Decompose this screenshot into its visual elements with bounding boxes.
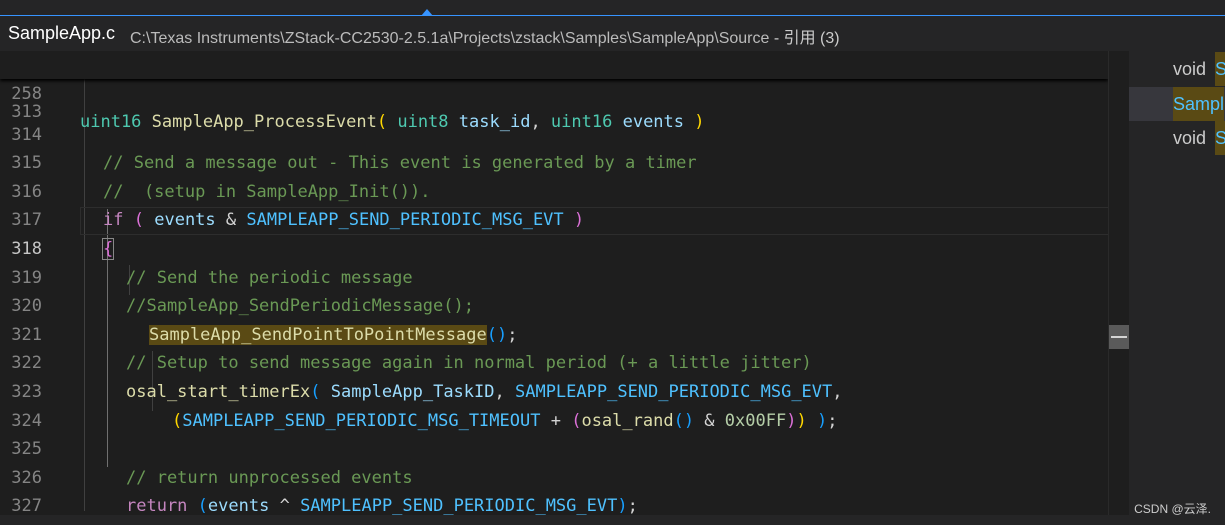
token-paren: ) (694, 112, 705, 133)
reference-name: S (1215, 121, 1225, 155)
token-param: events (622, 112, 685, 133)
peek-file-path: C:\Texas Instruments\ZStack-CC2530-2.5.1… (130, 24, 840, 48)
sticky-line[interactable]: 258 uint16 SampleApp_ProcessEvent( uint8… (0, 51, 1108, 133)
token-function: SampleApp_ProcessEvent (151, 112, 377, 133)
reference-item[interactable]: void S (1129, 52, 1225, 86)
peek-bottom-border (0, 515, 1225, 525)
code-line[interactable]: 321 // Setup to send message again in no… (0, 292, 1108, 374)
code-line[interactable]: 320 SampleApp_SendPointToPointMessage(); (0, 264, 1108, 345)
reference-name: S (1215, 52, 1225, 86)
peek-caret-icon (421, 9, 433, 16)
code-line[interactable]: 325 // return unprocessed events (0, 407, 1108, 488)
code-line[interactable]: 327 } (0, 464, 1108, 515)
code-editor[interactable]: 258 uint16 SampleApp_ProcessEvent( uint8… (0, 51, 1108, 515)
code-line[interactable]: 319 //SampleApp_SendPeriodicMessage(); (0, 235, 1108, 317)
peek-reference-count: - 引用 (3) (769, 30, 840, 47)
peek-header: SampleApp.c C:\Texas Instruments\ZStack-… (0, 16, 1225, 52)
peek-file-name[interactable]: SampleApp.c (8, 23, 115, 44)
token-type: uint8 (397, 112, 449, 133)
code-line-current[interactable]: 318 // Send the periodic message (0, 206, 1108, 288)
editor-top-strip (0, 0, 1225, 16)
vertical-scrollbar[interactable] (1108, 51, 1130, 515)
code-line[interactable]: 316 if ( events & SAMPLEAPP_SEND_PERIODI… (0, 149, 1108, 231)
reference-keyword: void (1173, 59, 1207, 79)
reference-item-selected[interactable]: Sampl (1129, 87, 1225, 121)
code-line-empty[interactable]: 324 (0, 378, 1108, 431)
peek-references-list[interactable]: void S Sampl void S (1129, 51, 1225, 515)
token-comma: , (530, 112, 551, 133)
watermark: CSDN @云泽. (1134, 502, 1211, 516)
token-param: task_id (458, 112, 531, 133)
code-line[interactable]: 326 return (events ^ SAMPLEAPP_SEND_PERI… (0, 435, 1108, 515)
code-line[interactable]: 322 osal_start_timerEx( SampleApp_TaskID… (0, 321, 1108, 402)
code-line[interactable]: 317 { (0, 178, 1108, 260)
reference-keyword: void (1173, 128, 1207, 148)
scrollbar-thumb[interactable] (1109, 325, 1129, 349)
reference-name: Sampl (1173, 87, 1225, 121)
token-paren: ( (376, 112, 388, 133)
line-number: 258 (11, 83, 42, 104)
code-line-partial[interactable]: 328 (0, 492, 1108, 515)
scrollbar-position-marker (1111, 336, 1127, 338)
sticky-scroll-header[interactable]: 258 uint16 SampleApp_ProcessEvent( uint8… (0, 51, 1108, 133)
sticky-code: uint16 SampleApp_ProcessEvent( uint8 tas… (80, 108, 705, 137)
token-type: uint16 (550, 112, 613, 133)
token-type: uint16 (80, 112, 142, 133)
peek-path-text: C:\Texas Instruments\ZStack-CC2530-2.5.1… (130, 30, 770, 47)
reference-item[interactable]: void S (1129, 121, 1225, 155)
code-line[interactable]: 323 (SAMPLEAPP_SEND_PERIODIC_MSG_TIMEOUT… (0, 349, 1108, 431)
